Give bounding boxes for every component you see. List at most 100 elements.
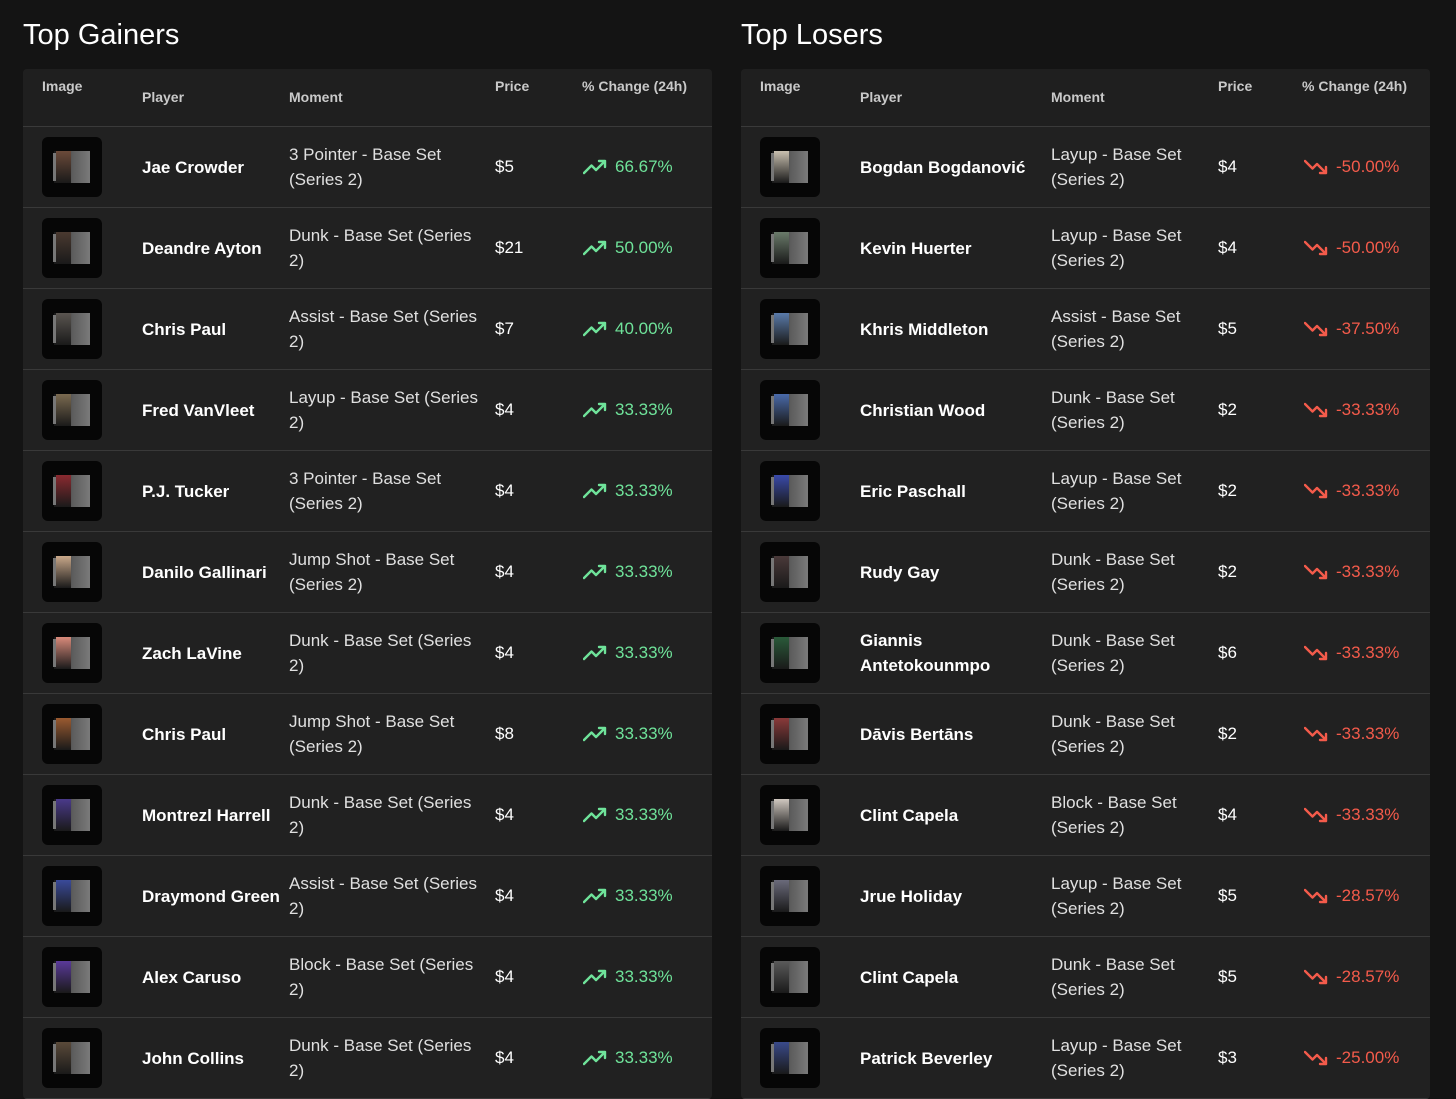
table-row[interactable]: Jrue Holiday Layup - Base Set (Series 2) $… [741,856,1430,937]
table-row[interactable]: Patrick Beverley Layup - Base Set (Series… [741,1018,1430,1099]
moment-cube-art [56,394,71,426]
moment-cube-art [56,232,71,264]
moment-thumbnail[interactable] [42,866,102,926]
player-name[interactable]: Fred VanVleet [142,370,282,450]
moment-thumbnail[interactable] [760,542,820,602]
moment-thumbnail[interactable] [42,299,102,359]
moment-thumbnail[interactable] [42,1028,102,1088]
table-row[interactable]: Danilo Gallinari Jump Shot - Base Set (Se… [23,532,712,613]
table-row[interactable]: Draymond Green Assist - Base Set (Series … [23,856,712,937]
header-player[interactable]: Player [142,89,184,105]
moment-price: $2 [1218,481,1237,500]
moment-thumbnail[interactable] [760,785,820,845]
player-name[interactable]: Patrick Beverley [860,1018,1030,1098]
moment-price: $2 [1218,400,1237,419]
player-name[interactable]: Jae Crowder [142,127,282,207]
moment-cube-image [771,556,808,588]
moment-thumbnail[interactable] [760,704,820,764]
percent-change: 33.33% [583,694,673,774]
player-name[interactable]: Bogdan Bogdanović [860,127,1030,207]
player-name[interactable]: Draymond Green [142,856,282,936]
percent-change: -33.33% [1304,694,1399,774]
moment-thumbnail[interactable] [42,947,102,1007]
moment-thumbnail[interactable] [760,947,820,1007]
moment-thumbnail[interactable] [42,542,102,602]
table-row[interactable]: P.J. Tucker 3 Pointer - Base Set (Series … [23,451,712,532]
table-row[interactable]: Bogdan Bogdanović Layup - Base Set (Serie… [741,127,1430,208]
table-row[interactable]: Fred VanVleet Layup - Base Set (Series 2)… [23,370,712,451]
table-row[interactable]: Jae Crowder 3 Pointer - Base Set (Series … [23,127,712,208]
player-name[interactable]: Kevin Huerter [860,208,1030,288]
player-name[interactable]: Clint Capela [860,775,1030,855]
table-row[interactable]: John Collins Dunk - Base Set (Series 2) $4… [23,1018,712,1099]
moment-thumbnail[interactable] [760,866,820,926]
player-name[interactable]: Chris Paul [142,694,282,774]
moment-thumbnail[interactable] [760,623,820,683]
moment-thumbnail[interactable] [760,137,820,197]
table-row[interactable]: Christian Wood Dunk - Base Set (Series 2)… [741,370,1430,451]
table-row[interactable]: Chris Paul Jump Shot - Base Set (Series 2… [23,694,712,775]
moment-thumbnail[interactable] [42,137,102,197]
table-row[interactable]: Dāvis Bertāns Dunk - Base Set (Series 2) $… [741,694,1430,775]
moment-thumbnail[interactable] [760,299,820,359]
moment-cube-image [771,799,808,831]
player-name[interactable]: Danilo Gallinari [142,532,282,612]
moment-thumbnail[interactable] [760,380,820,440]
header-player[interactable]: Player [860,89,902,105]
player-name[interactable]: Christian Wood [860,370,1030,450]
moment-thumbnail[interactable] [760,218,820,278]
player-name[interactable]: Clint Capela [860,937,1030,1017]
moment-price: $4 [495,805,514,824]
table-row[interactable]: Khris Middleton Assist - Base Set (Series… [741,289,1430,370]
moment-thumbnail[interactable] [42,704,102,764]
table-row[interactable]: Chris Paul Assist - Base Set (Series 2) $7… [23,289,712,370]
moment-price: $2 [1218,724,1237,743]
moment-cube-art [56,1042,71,1074]
table-body: Jae Crowder 3 Pointer - Base Set (Series … [23,127,712,1099]
player-name[interactable]: Alex Caruso [142,937,282,1017]
player-name[interactable]: Khris Middleton [860,289,1030,369]
moment-thumbnail[interactable] [760,461,820,521]
moment-cube-image [771,718,808,750]
moment-thumbnail[interactable] [42,461,102,521]
header-image[interactable]: Image [42,78,82,94]
player-name[interactable]: Jrue Holiday [860,856,1030,936]
header-change[interactable]: % Change (24h) [1302,78,1407,94]
moment-thumbnail[interactable] [42,218,102,278]
table-row[interactable]: Rudy Gay Dunk - Base Set (Series 2) $2 -33.… [741,532,1430,613]
table-row[interactable]: Eric Paschall Layup - Base Set (Series 2)… [741,451,1430,532]
moment-thumbnail[interactable] [760,1028,820,1088]
trending-down-icon [1304,726,1328,742]
header-moment[interactable]: Moment [1051,89,1105,105]
table-row[interactable]: Montrezl Harrell Dunk - Base Set (Series … [23,775,712,856]
table-row[interactable]: Zach LaVine Dunk - Base Set (Series 2) $4 3… [23,613,712,694]
moment-cube-image [53,313,90,345]
header-price[interactable]: Price [1218,78,1252,94]
moment-price: $4 [1218,805,1237,824]
player-name[interactable]: Eric Paschall [860,451,1030,531]
header-change[interactable]: % Change (24h) [582,78,687,94]
moment-thumbnail[interactable] [42,785,102,845]
player-name[interactable]: Deandre Ayton [142,208,282,288]
table-row[interactable]: Giannis Antetokounmpo Dunk - Base Set (Se… [741,613,1430,694]
player-name[interactable]: John Collins [142,1018,282,1098]
table-row[interactable]: Alex Caruso Block - Base Set (Series 2) $4… [23,937,712,1018]
player-name[interactable]: Giannis Antetokounmpo [860,613,1030,693]
table-row[interactable]: Deandre Ayton Dunk - Base Set (Series 2) $… [23,208,712,289]
table-row[interactable]: Clint Capela Dunk - Base Set (Series 2) $5… [741,937,1430,1018]
table-row[interactable]: Clint Capela Block - Base Set (Series 2) $… [741,775,1430,856]
player-name[interactable]: Zach LaVine [142,613,282,693]
header-moment[interactable]: Moment [289,89,343,105]
player-name[interactable]: Chris Paul [142,289,282,369]
table-row[interactable]: Kevin Huerter Layup - Base Set (Series 2)… [741,208,1430,289]
header-image[interactable]: Image [760,78,800,94]
moment-thumbnail[interactable] [42,380,102,440]
trending-up-icon [583,159,607,175]
moment-thumbnail[interactable] [42,623,102,683]
player-name[interactable]: Dāvis Bertāns [860,694,1030,774]
header-price[interactable]: Price [495,78,529,94]
player-name[interactable]: Montrezl Harrell [142,775,282,855]
moment-price: $6 [1218,643,1237,662]
player-name[interactable]: P.J. Tucker [142,451,282,531]
player-name[interactable]: Rudy Gay [860,532,1030,612]
